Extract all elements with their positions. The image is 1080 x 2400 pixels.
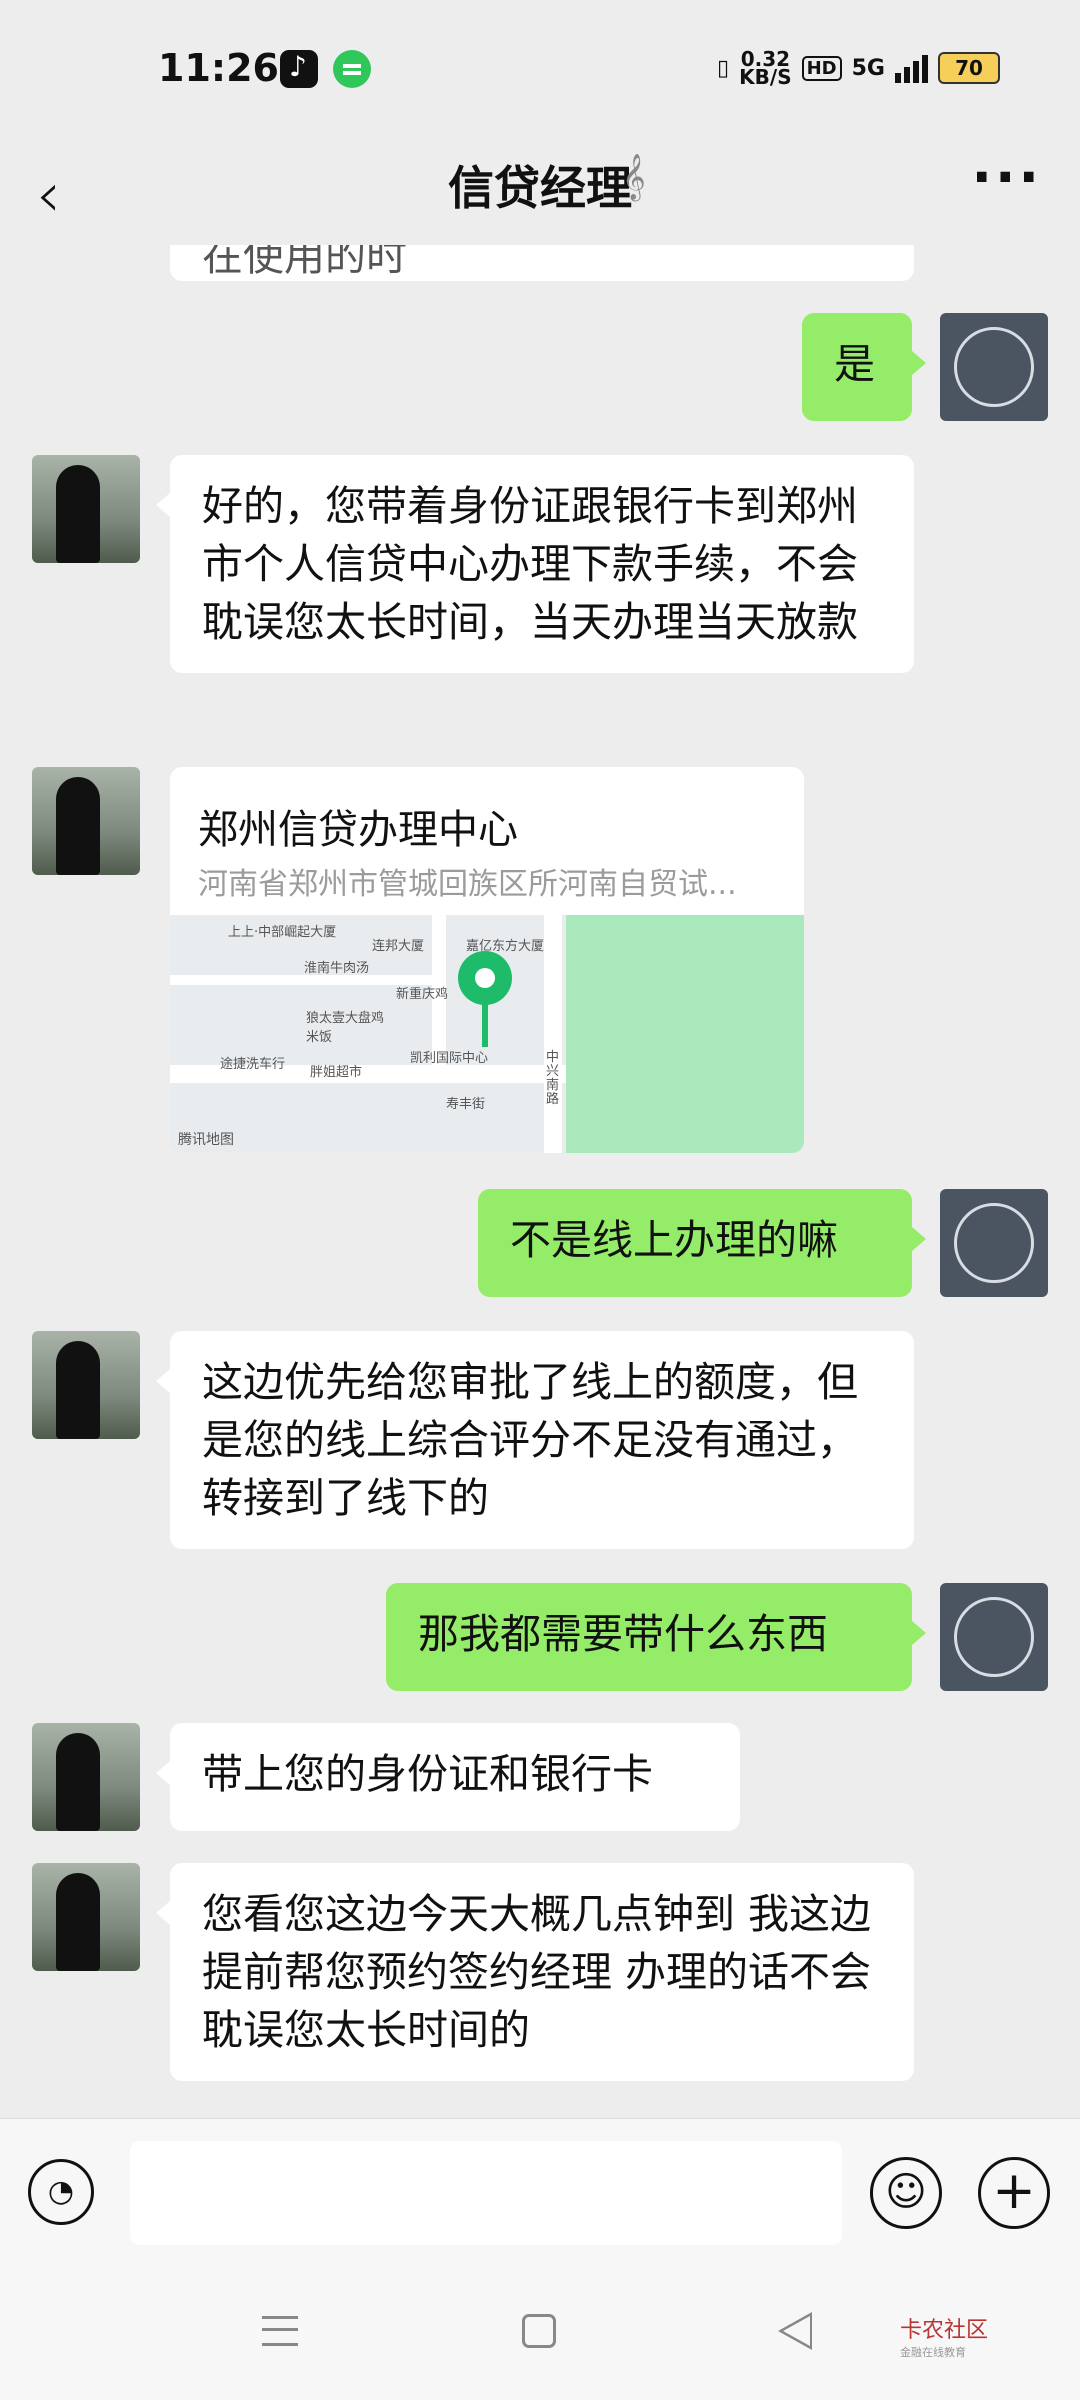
chat-header: ‹ 信贷经理 𝄞 ··· [0,140,1080,245]
map-label: 新重庆鸡 [396,987,449,1002]
more-options-icon[interactable]: ··· [971,146,1042,209]
location-map[interactable]: 上上·中部崛起大厦 连邦大厦 嘉亿东方大厦 淮南牛肉汤 新重庆鸡 狼太壹大盘鸡米… [170,915,804,1153]
back-nav-icon[interactable] [778,2312,812,2350]
message-bubble[interactable]: 带上您的身份证和银行卡 [156,1723,740,1831]
map-label: 胖姐超市 [310,1065,363,1080]
message-bubble[interactable]: 是 [802,313,926,421]
map-label: 嘉亿东方大厦 [466,939,545,954]
message-bubble[interactable]: 这边优先给您审批了线上的额度，但是您的线上综合评分不足没有通过，转接到了线下的 [156,1331,914,1549]
contact-avatar[interactable] [32,1331,140,1439]
my-avatar[interactable] [940,1583,1048,1691]
message-list[interactable]: 在使用的时 是 好的，您带着身份证跟银行卡到郑州市个人信贷中心办理下款手续，不会… [0,245,1080,2115]
location-name: 郑州信贷办理中心 [198,807,518,853]
my-avatar[interactable] [940,1189,1048,1297]
contact-avatar[interactable] [32,455,140,563]
my-avatar[interactable] [940,313,1048,421]
input-bar: ◔ ☺ + [0,2118,1080,2281]
network-speed: 0.32 KB/S [739,47,792,89]
message-input[interactable] [130,2141,842,2245]
plus-icon[interactable]: + [978,2157,1050,2229]
map-label: 中兴南路 [546,1050,560,1107]
map-label: 凯利国际中心 [410,1051,489,1066]
watermark-logo: 卡农社区 金融在线教育 [900,2318,989,2360]
map-label: 上上·中部崛起大厦 [228,925,337,940]
home-icon[interactable] [522,2314,556,2348]
location-address: 河南省郑州市管城回族区所河南自贸试... [198,867,737,902]
location-pin-icon [458,951,512,1005]
contact-avatar[interactable] [32,767,140,875]
emoji-icon[interactable]: ☺ [870,2157,942,2229]
message-bubble[interactable]: 在使用的时 [170,245,914,281]
chat-title: 信贷经理 [448,161,632,215]
signal-icon [895,53,928,83]
status-bar: 11:26 ▯ 0.32KB/S HD 5G 70 [0,0,1080,140]
status-time: 11:26 [158,46,279,90]
map-label: 途捷洗车行 [220,1057,286,1072]
message-bubble[interactable]: 您看您这边今天大概几点钟到 我这边提前帮您预约签约经理 办理的话不会耽误您太长时… [156,1863,914,2081]
earpiece-mode-icon: 𝄞 [622,154,646,200]
message-bubble[interactable]: 好的，您带着身份证跟银行卡到郑州市个人信贷中心办理下款手续，不会耽误您太长时间，… [156,455,914,673]
hd-badge: HD [801,55,842,81]
contact-avatar[interactable] [32,1863,140,1971]
map-label: 狼太壹大盘鸡米饭 [306,1011,385,1045]
map-provider-logo: 腾讯地图 [178,1132,234,1148]
map-road [544,915,562,1153]
system-navigation-bar: 卡农社区 金融在线教育 [0,2280,1080,2400]
battery-indicator: 70 [938,52,1000,84]
map-green-area [566,915,804,1153]
voice-input-icon[interactable]: ◔ [28,2159,94,2225]
network-type: 5G [851,55,885,81]
map-road [170,975,432,985]
map-label: 连邦大厦 [372,939,425,954]
message-bubble[interactable]: 不是线上办理的嘛 [478,1189,926,1297]
location-card[interactable]: 郑州信贷办理中心 河南省郑州市管城回族区所河南自贸试... 上上·中部崛起大厦 … [170,767,804,1153]
recent-apps-icon[interactable] [262,2316,298,2346]
status-indicators: ▯ 0.32 KB/S HD 5G 70 [717,47,1000,89]
vibrate-icon: ▯ [717,55,730,81]
contact-avatar[interactable] [32,1723,140,1831]
message-app-icon [333,50,371,88]
message-bubble[interactable]: 那我都需要带什么东西 [386,1583,926,1691]
map-label: 寿丰街 [446,1097,486,1112]
location-pin-stem [482,1001,488,1047]
tiktok-icon [280,50,318,88]
map-label: 淮南牛肉汤 [304,961,370,976]
